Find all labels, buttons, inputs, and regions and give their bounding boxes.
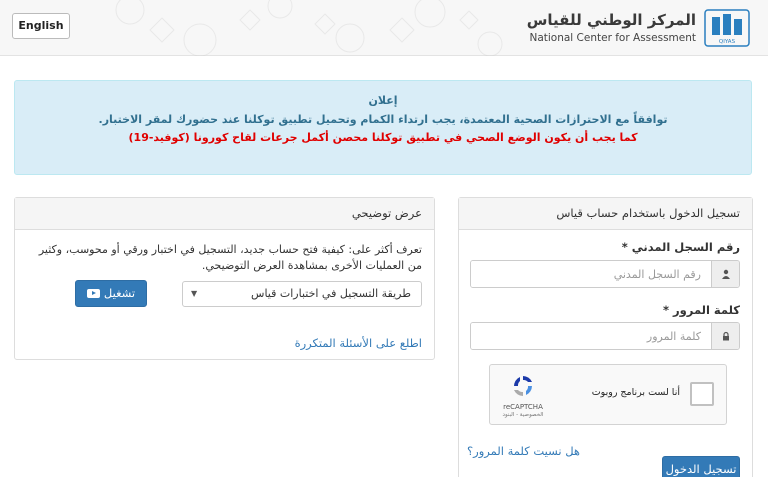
notice-mask-requirement: توافقاً مع الاحترازات الصحية المعتمدة، ي… xyxy=(98,113,668,126)
play-button-label: تشغيل xyxy=(103,286,136,300)
demo-topic-selected: طريقة التسجيل في اختبارات قياس xyxy=(251,287,411,300)
brand[interactable]: المركز الوطني للقياس National Center for… xyxy=(527,8,750,48)
header-pattern-decoration xyxy=(115,0,503,56)
video-play-icon xyxy=(86,289,100,298)
national-id-input-group xyxy=(470,260,740,288)
demo-panel: عرض توضيحي تعرف أكثر على: كيفية فتح حساب… xyxy=(14,197,435,360)
password-label: كلمة المرور * xyxy=(663,303,740,317)
faq-link[interactable]: اطلع على الأسئلة المتكررة xyxy=(295,336,422,350)
recaptcha-checkbox[interactable] xyxy=(690,382,714,406)
brand-name-english: National Center for Assessment xyxy=(529,31,696,44)
lock-icon xyxy=(711,323,739,349)
demo-topic-select[interactable]: طريقة التسجيل في اختبارات قياس ▼ xyxy=(182,281,422,307)
brand-name-arabic: المركز الوطني للقياس xyxy=(526,10,696,29)
recaptcha-label: أنا لست برنامج روبوت xyxy=(591,387,680,398)
recaptcha-name: reCAPTCHA xyxy=(503,403,543,411)
user-icon xyxy=(711,261,739,287)
national-id-input[interactable] xyxy=(471,261,711,287)
login-panel: تسجيل الدخول باستخدام حساب قياس رقم السج… xyxy=(458,197,753,477)
demo-description: تعرف أكثر على: كيفية فتح حساب جديد، التس… xyxy=(38,243,422,272)
recaptcha-logo: reCAPTCHA الخصوصية - البنود xyxy=(498,373,548,418)
forgot-password-link[interactable]: هل نسيت كلمة المرور؟ xyxy=(467,444,580,458)
demo-panel-title: عرض توضيحي xyxy=(15,198,434,230)
password-input-group xyxy=(470,322,740,350)
recaptcha-widget: أنا لست برنامج روبوت reCAPTCHA الخصوصية … xyxy=(489,364,727,425)
qiyas-logo: QIYAS xyxy=(704,9,750,47)
site-header: English المركز الوطني للقياس National Ce… xyxy=(0,0,768,56)
play-demo-button[interactable]: تشغيل xyxy=(75,280,147,307)
login-button[interactable]: تسجيل الدخول xyxy=(662,456,740,477)
password-input[interactable] xyxy=(471,323,711,349)
logo-subtext: QIYAS xyxy=(719,39,736,45)
covid-notice-alert: إعلان توافقاً مع الاحترازات الصحية المعت… xyxy=(14,80,752,175)
chevron-down-icon: ▼ xyxy=(191,289,198,298)
recaptcha-terms-link[interactable]: الخصوصية - البنود xyxy=(498,412,548,418)
notice-vaccination-requirement: كما يجب أن يكون الوضع الصحي في تطبيق توك… xyxy=(128,131,638,144)
recaptcha-icon xyxy=(514,376,532,396)
notice-title: إعلان xyxy=(368,94,398,107)
login-panel-title: تسجيل الدخول باستخدام حساب قياس xyxy=(459,198,752,230)
national-id-label: رقم السجل المدني * xyxy=(621,240,740,254)
language-switch-button[interactable]: English xyxy=(12,13,70,39)
brand-text: المركز الوطني للقياس National Center for… xyxy=(527,11,696,46)
